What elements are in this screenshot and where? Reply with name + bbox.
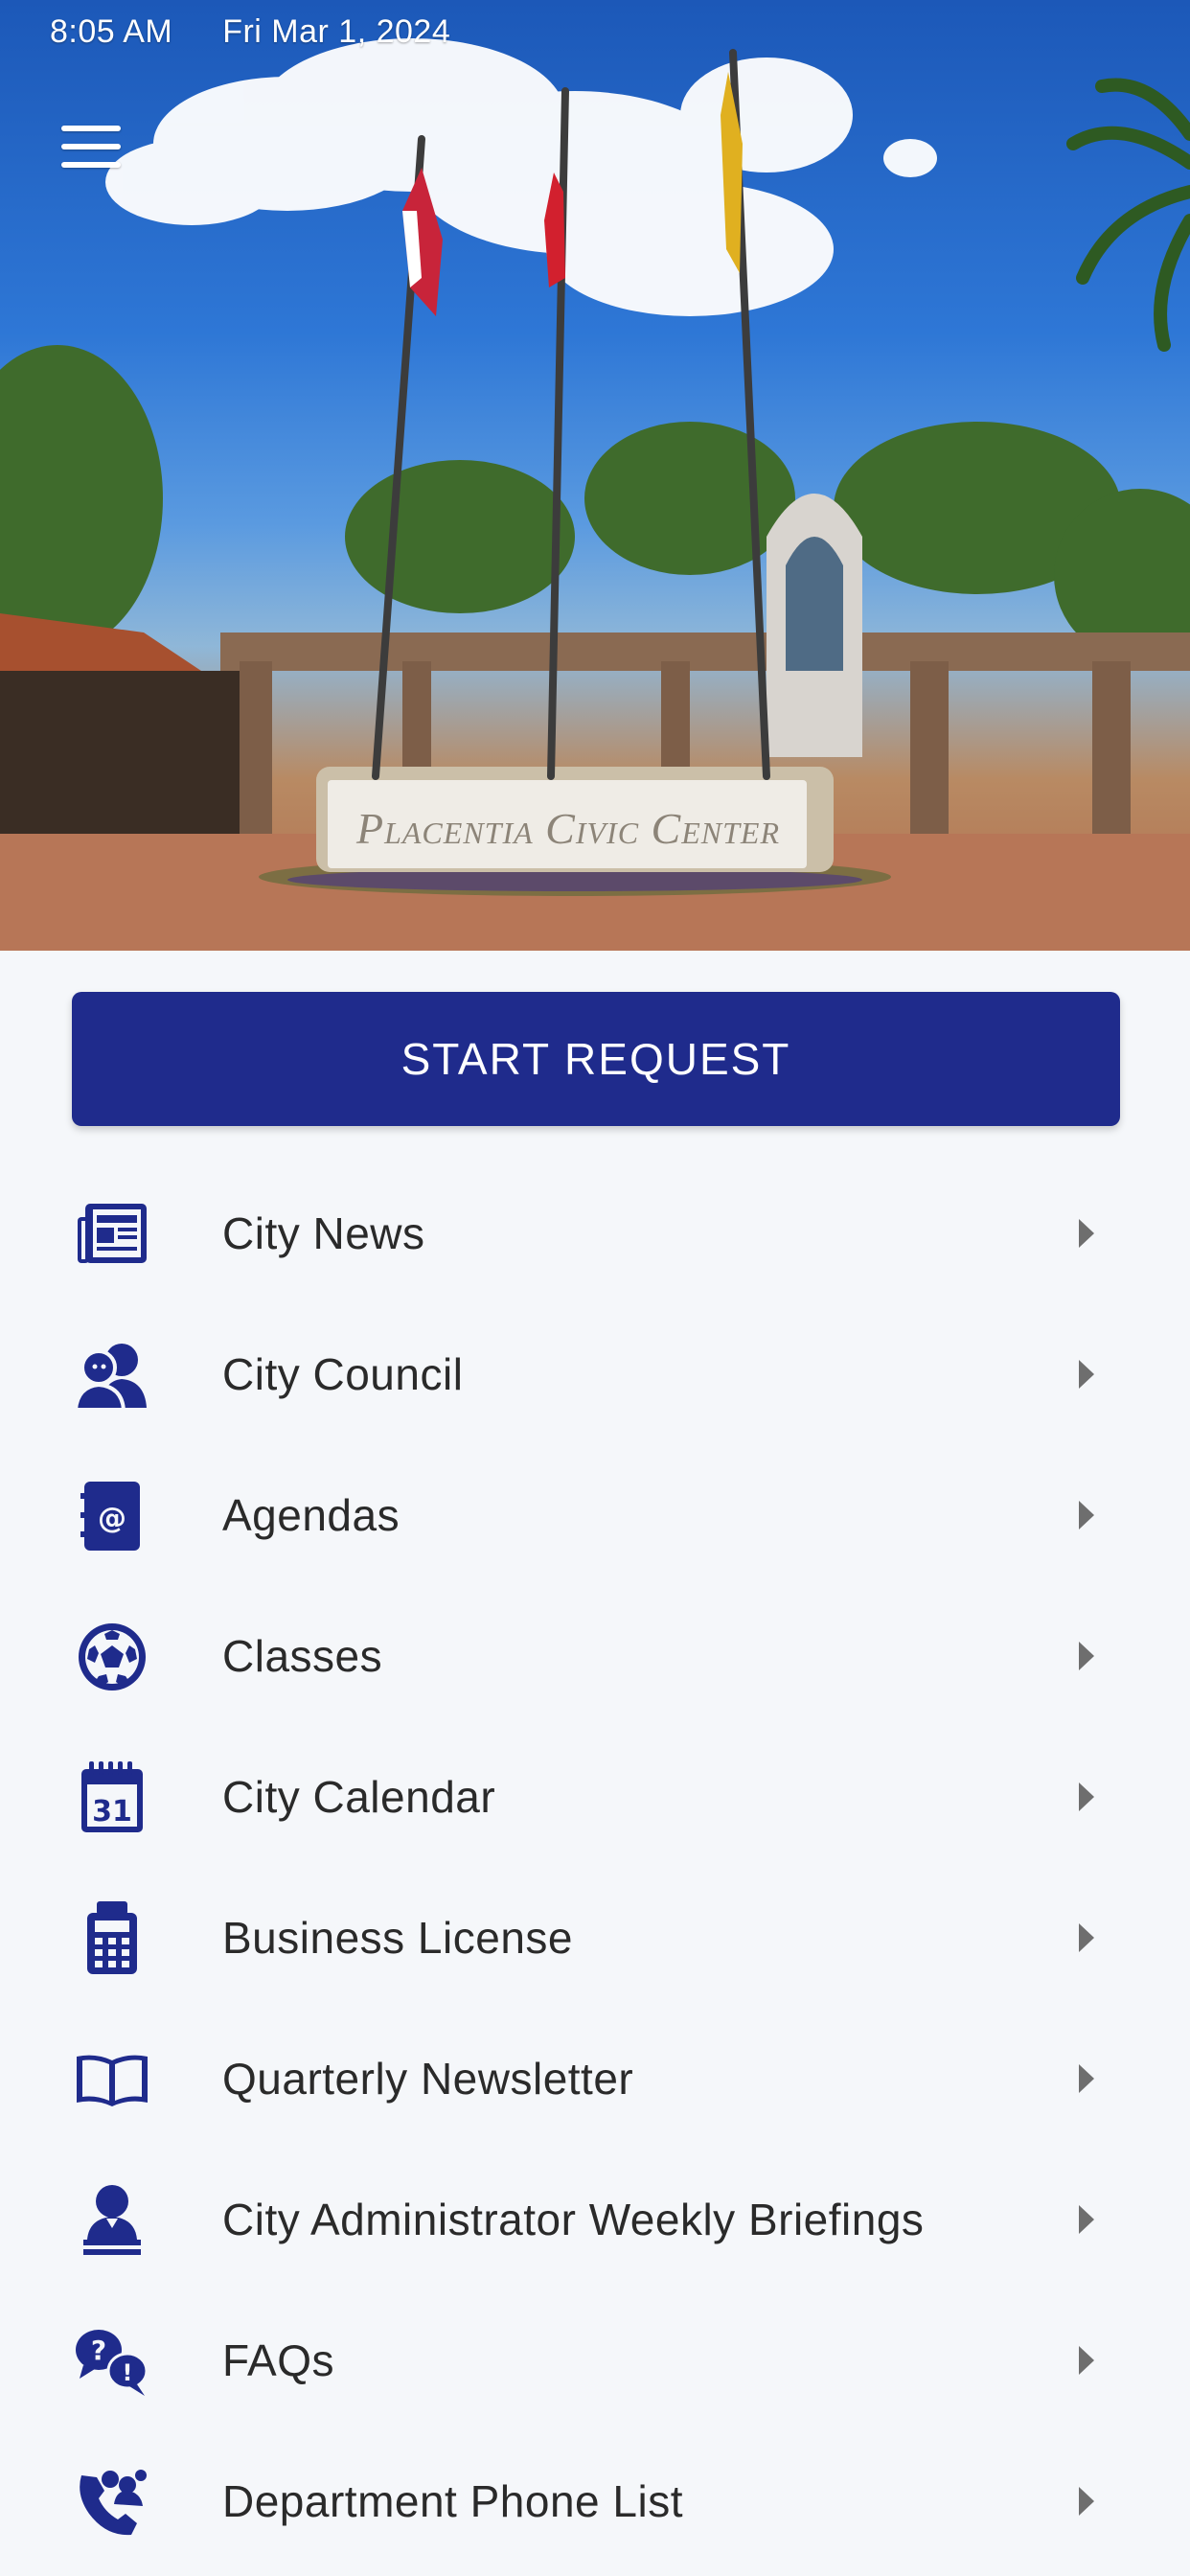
menu-item-classes[interactable]: Classes (0, 1586, 1190, 1727)
menu-item-business-license[interactable]: Business License (0, 1868, 1190, 2009)
chevron-right-icon (1079, 2205, 1094, 2234)
svg-text:?: ? (91, 2334, 106, 2366)
people-icon (71, 1339, 153, 1412)
question-bubble-icon: ? ! (71, 2325, 153, 2398)
menu-item-label: City News (222, 1208, 425, 1258)
menu-item-label: City Council (222, 1349, 464, 1399)
soccer-ball-icon (71, 1621, 153, 1693)
open-book-icon (71, 2043, 153, 2116)
status-bar: 8:05 AM Fri Mar 1, 2024 (50, 13, 491, 51)
menu-item-label: City Calendar (222, 1772, 496, 1822)
chevron-right-icon (1079, 2346, 1094, 2375)
chevron-right-icon (1079, 1360, 1094, 1389)
chevron-right-icon (1079, 2064, 1094, 2093)
services-menu-list: City News City Council @ Agendas Classes… (0, 1163, 1190, 2572)
newspaper-icon (71, 1198, 153, 1271)
menu-item-agendas[interactable]: @ Agendas (0, 1445, 1190, 1586)
menu-item-label: FAQs (222, 2335, 335, 2385)
status-time: 8:05 AM (50, 13, 173, 50)
chevron-right-icon (1079, 1219, 1094, 1248)
menu-item-city-administrator-weekly-briefings[interactable]: City Administrator Weekly Briefings (0, 2150, 1190, 2290)
menu-item-label: City Administrator Weekly Briefings (222, 2195, 925, 2244)
calculator-icon (71, 1901, 153, 1975)
menu-item-quarterly-newsletter[interactable]: Quarterly Newsletter (0, 2009, 1190, 2150)
svg-text:@: @ (98, 1502, 126, 1535)
presenter-icon (71, 2184, 153, 2257)
chevron-right-icon (1079, 1642, 1094, 1670)
chevron-right-icon (1079, 1782, 1094, 1811)
svg-text:!: ! (123, 2359, 133, 2386)
hero-image: Placentia Civic Center 8:05 AM Fri Mar 1… (0, 0, 1190, 951)
menu-item-label: Department Phone List (222, 2476, 683, 2526)
chevron-right-icon (1079, 2487, 1094, 2516)
menu-item-city-calendar[interactable]: 31 City Calendar (0, 1727, 1190, 1868)
menu-item-department-phone-list[interactable]: Department Phone List (0, 2431, 1190, 2572)
svg-text:31: 31 (92, 1795, 132, 1828)
hamburger-menu-icon[interactable] (54, 113, 130, 180)
menu-item-city-news[interactable]: City News (0, 1163, 1190, 1304)
menu-item-label: Classes (222, 1631, 383, 1681)
address-book-icon: @ (71, 1480, 153, 1552)
menu-item-label: Business License (222, 1913, 573, 1963)
menu-item-label: Agendas (222, 1490, 400, 1540)
menu-item-city-council[interactable]: City Council (0, 1304, 1190, 1445)
calendar-icon: 31 (71, 1761, 153, 1834)
start-request-button[interactable]: START REQUEST (72, 992, 1120, 1126)
menu-item-label: Quarterly Newsletter (222, 2054, 634, 2104)
menu-item-faqs[interactable]: ? ! FAQs (0, 2290, 1190, 2431)
status-date: Fri Mar 1, 2024 (222, 13, 451, 50)
chevron-right-icon (1079, 1923, 1094, 1952)
chevron-right-icon (1079, 1501, 1094, 1530)
phone-people-icon (71, 2466, 153, 2539)
civic-center-sign: Placentia Civic Center (355, 803, 781, 853)
